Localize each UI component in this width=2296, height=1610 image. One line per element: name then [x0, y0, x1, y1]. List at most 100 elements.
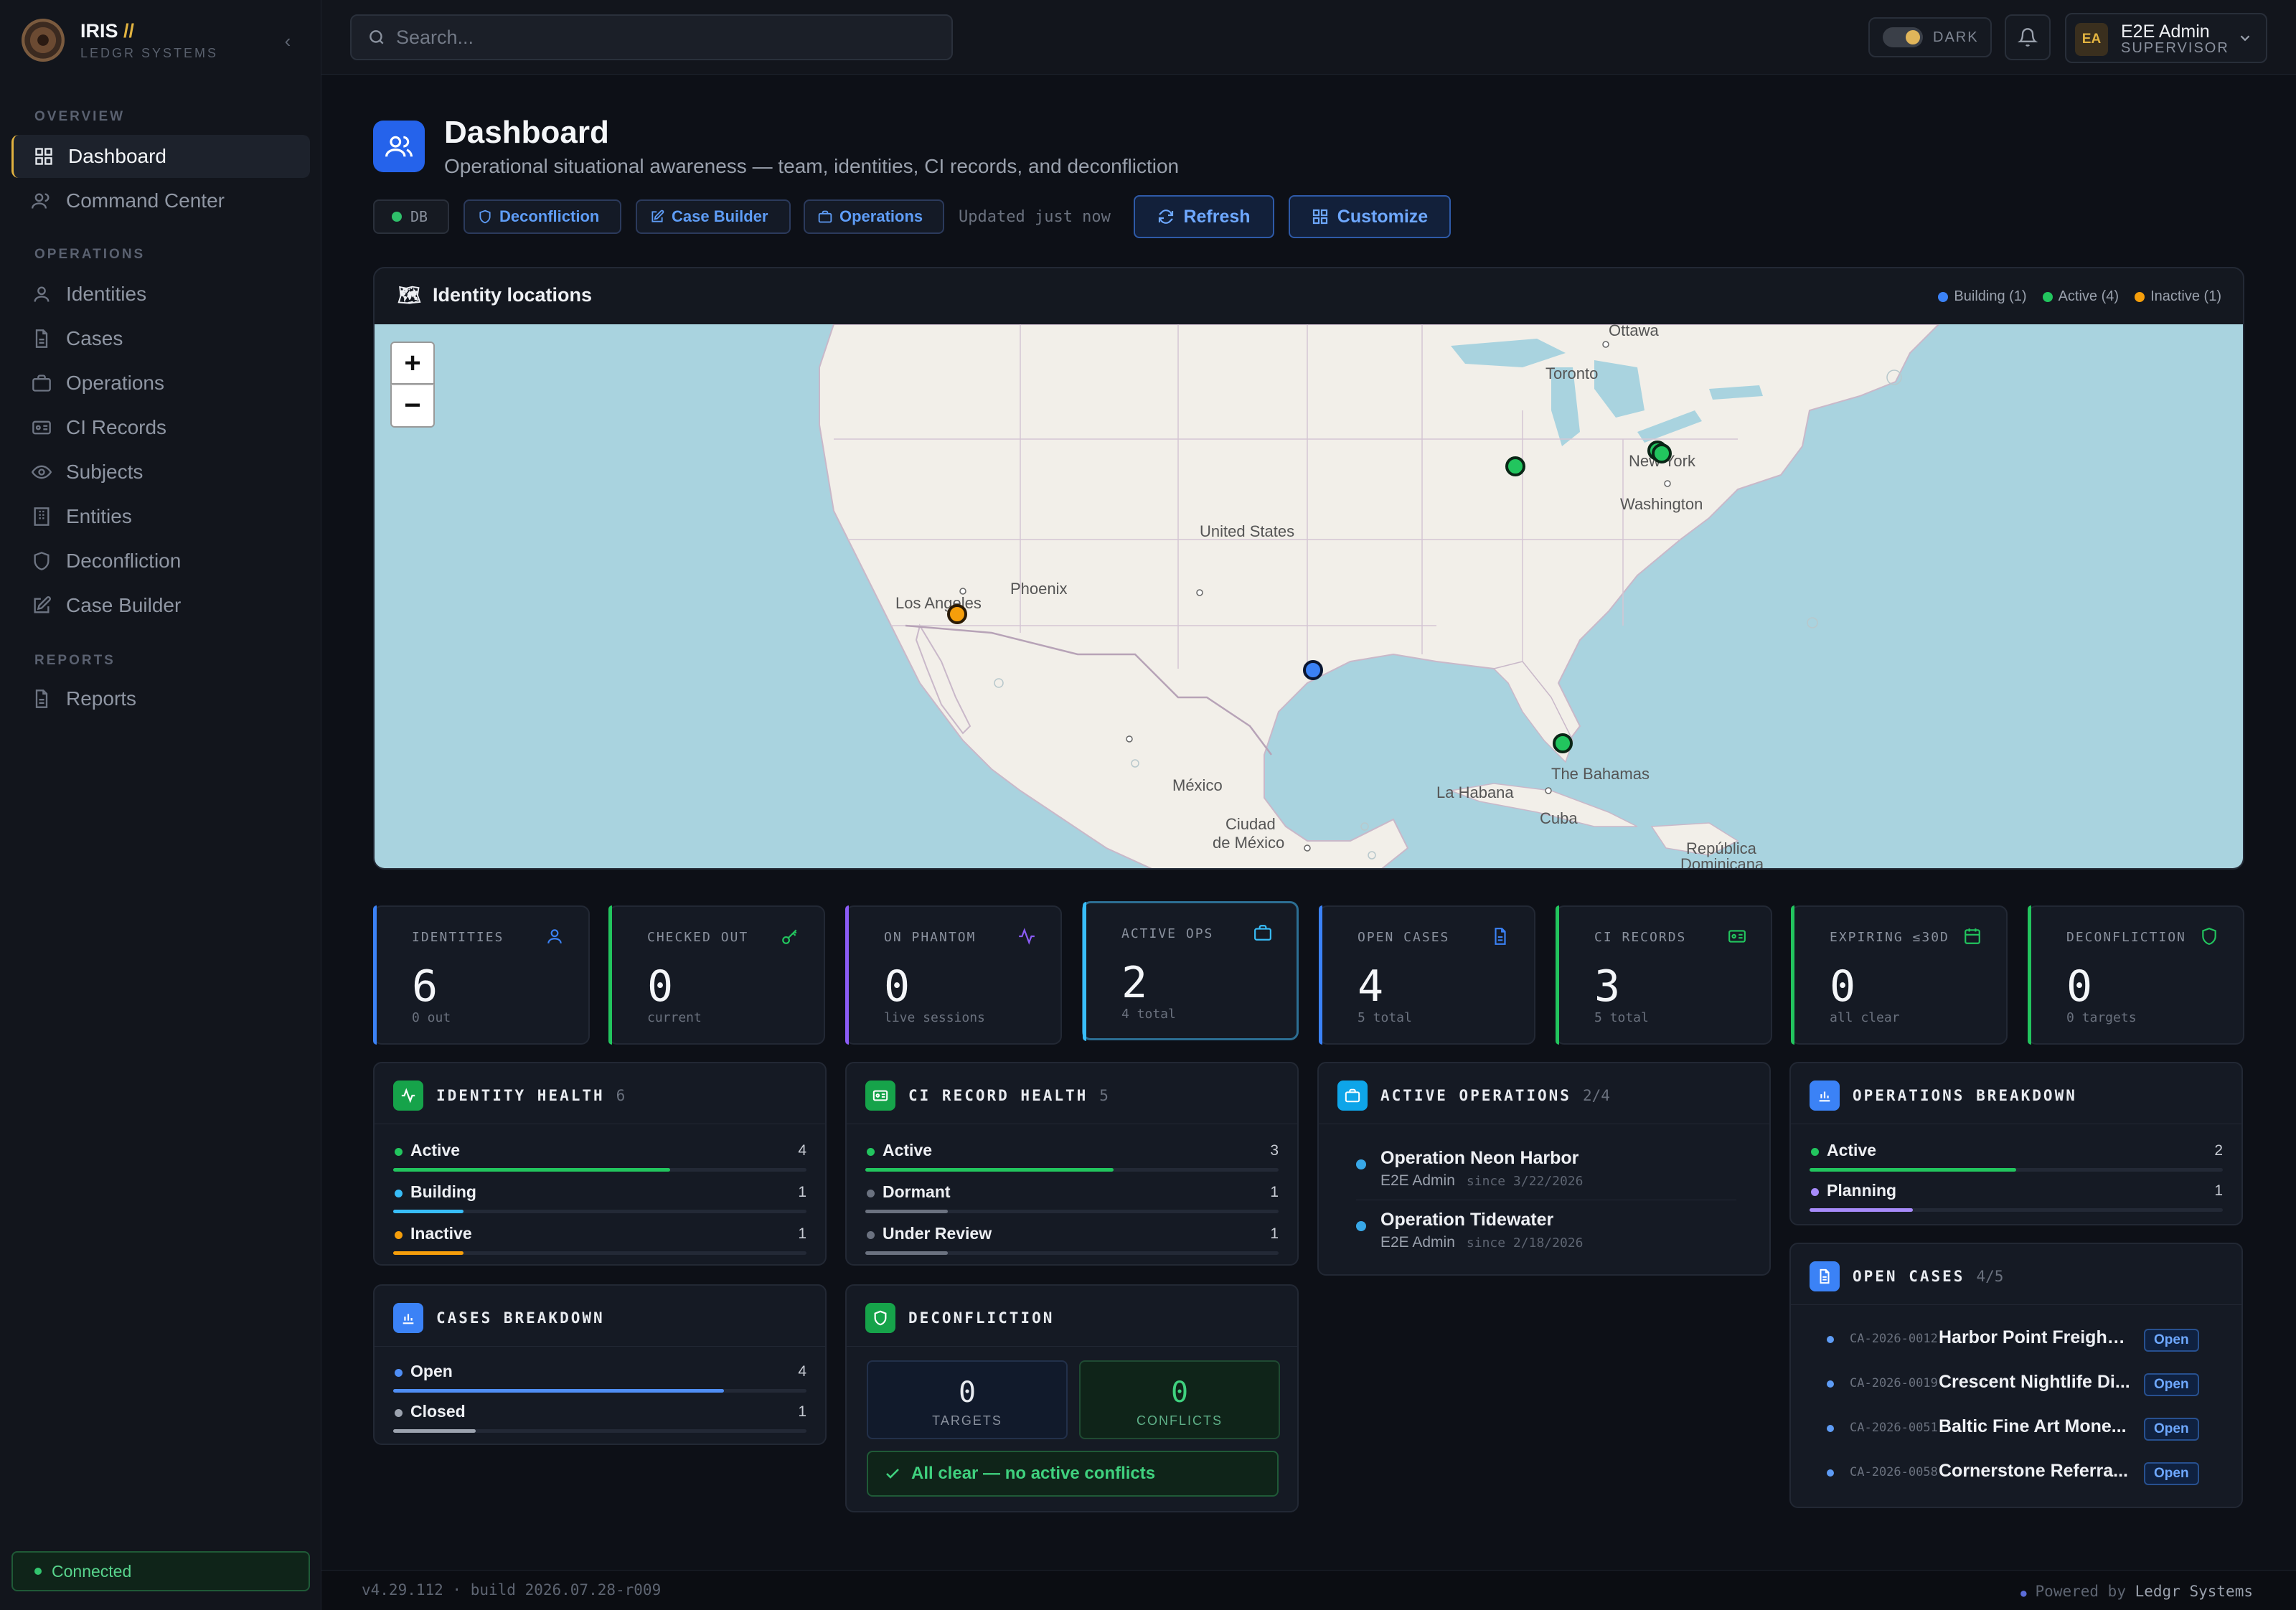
refresh-button[interactable]: Refresh: [1134, 195, 1274, 238]
panel-count: 6: [616, 1087, 626, 1104]
sidebar-item-label: Deconfliction: [66, 550, 182, 572]
case-item[interactable]: CA-2026-0019 Crescent Nightlife Di... Open: [1821, 1369, 2237, 1405]
progress-fill: [865, 1168, 1114, 1172]
powered-name[interactable]: Ledgr Systems: [2135, 1583, 2253, 1600]
marker-active[interactable]: [1652, 443, 1672, 463]
marker-building[interactable]: [1303, 660, 1323, 680]
sidebar-item-subjects[interactable]: Subjects: [11, 451, 310, 494]
stat-value: 6: [412, 961, 438, 1012]
case-item[interactable]: CA-2026-0051 Baltic Fine Art Mone... Open: [1821, 1413, 2237, 1449]
deconfliction-chip[interactable]: Deconfliction: [464, 199, 621, 234]
user-menu[interactable]: EA E2E Admin SUPERVISOR: [2065, 13, 2267, 63]
stat-accent: [845, 905, 849, 1045]
stat-accent: [1791, 905, 1794, 1045]
stat-label: ACTIVE OPS: [1121, 926, 1214, 941]
sidebar-item-command-center[interactable]: Command Center: [11, 179, 310, 222]
progress-track: [393, 1168, 806, 1172]
stat-label: IDENTITIES: [412, 930, 504, 945]
zoom-out-button[interactable]: −: [390, 385, 435, 428]
progress-fill: [865, 1251, 949, 1255]
row-label: Active: [1827, 1141, 1877, 1159]
sidebar-item-dashboard[interactable]: Dashboard: [11, 135, 310, 178]
breakdown-row: Closed 1: [393, 1400, 806, 1438]
conflicts-label: CONFLICTS: [1136, 1413, 1223, 1428]
stat-value: 2: [1121, 958, 1148, 1008]
stat-active-ops[interactable]: ACTIVE OPS 2 4 total: [1082, 901, 1299, 1041]
customize-button[interactable]: Customize: [1289, 195, 1451, 238]
operations-chip[interactable]: Operations: [804, 199, 944, 234]
open-cases-panel: OPEN CASES 4/5 CA-2026-0012 Harbor Point …: [1789, 1243, 2243, 1508]
notifications-button[interactable]: [2005, 14, 2051, 60]
row-value: 4: [798, 1142, 806, 1159]
stat-accent: [1083, 902, 1086, 1041]
status-badge: Open: [2144, 1418, 2199, 1441]
search-input[interactable]: [396, 26, 941, 49]
operation-name: Operation Neon Harbor: [1380, 1148, 1579, 1168]
theme-toggle[interactable]: DARK: [1868, 17, 1992, 57]
operation-item[interactable]: Operation Neon Harbor E2E Admin since 3/2…: [1356, 1145, 1758, 1201]
operation-owner: E2E Admin: [1380, 1234, 1455, 1251]
stat-open-cases[interactable]: OPEN CASES 4 5 total: [1319, 905, 1535, 1045]
progress-fill: [393, 1210, 464, 1213]
status-dot: [867, 1190, 875, 1197]
powered-prefix: Powered by: [2035, 1583, 2126, 1600]
case-builder-chip[interactable]: Case Builder: [636, 199, 791, 234]
stat-on-phantom[interactable]: ON PHANTOM 0 live sessions: [845, 905, 1062, 1045]
stat-ci-records[interactable]: CI RECORDS 3 5 total: [1556, 905, 1772, 1045]
case-id: CA-2026-0019: [1850, 1376, 1938, 1390]
chevron-down-icon: [2240, 35, 2250, 42]
case-item[interactable]: CA-2026-0058 Cornerstone Referra... Open: [1821, 1458, 2237, 1494]
bar-chart-icon: [393, 1303, 423, 1333]
row-value: 2: [2214, 1142, 2223, 1159]
sidebar-item-case-builder[interactable]: Case Builder: [11, 584, 310, 627]
sidebar-item-deconfliction[interactable]: Deconfliction: [11, 540, 310, 583]
operation-name: Operation Tidewater: [1380, 1210, 1554, 1230]
case-item[interactable]: CA-2026-0012 Harbor Point Freight ... Open: [1821, 1324, 2237, 1360]
app-subtitle: LEDGR SYSTEMS: [80, 46, 219, 60]
row-value: 1: [798, 1184, 806, 1200]
sidebar-item-ci-records[interactable]: CI Records: [11, 406, 310, 449]
status-dot: [395, 1369, 403, 1377]
marker-active[interactable]: [1505, 456, 1525, 476]
stat-identities[interactable]: IDENTITIES 6 0 out: [373, 905, 590, 1045]
marker-inactive[interactable]: [947, 604, 967, 624]
sidebar-item-identities[interactable]: Identities: [11, 273, 310, 316]
status-dot: [395, 1409, 403, 1417]
identity-map[interactable]: Ottawa Toronto New York Washington Unite…: [375, 321, 2243, 868]
identity-markers: [947, 441, 1672, 753]
status-badge: Open: [2144, 1329, 2199, 1352]
targets-box: 0 TARGETS: [867, 1360, 1068, 1439]
sidebar-item-entities[interactable]: Entities: [11, 495, 310, 538]
db-label: DB: [410, 208, 428, 225]
stat-deconfliction[interactable]: DECONFLICTION 0 0 targets: [2028, 905, 2244, 1045]
identity-health-panel: IDENTITY HEALTH 6 Active 4 Building 1 Inac…: [373, 1062, 827, 1266]
progress-track: [393, 1429, 806, 1433]
briefcase-icon: [1254, 925, 1271, 941]
zoom-in-button[interactable]: +: [390, 342, 435, 385]
marker-active[interactable]: [1553, 733, 1573, 753]
id-card-icon: [32, 420, 51, 435]
theme-label: DARK: [1933, 29, 1979, 45]
sidebar-item-operations[interactable]: Operations: [11, 362, 310, 405]
operation-item[interactable]: Operation Tidewater E2E Admin since 2/18/…: [1356, 1207, 1758, 1263]
search-box[interactable]: [350, 14, 953, 60]
connection-status: Connected: [11, 1551, 310, 1591]
all-clear-text: All clear — no active conflicts: [911, 1464, 1156, 1483]
id-card-icon: [865, 1081, 895, 1111]
identity-locations-card: 🗺 Identity locations Building (1) Active…: [373, 267, 2244, 870]
sidebar-item-cases[interactable]: Cases: [11, 317, 310, 360]
sidebar-item-reports[interactable]: Reports: [11, 677, 310, 720]
collapse-sidebar-icon[interactable]: ‹: [276, 29, 300, 53]
stat-expiring[interactable]: EXPIRING ≤30D 0 all clear: [1791, 905, 2008, 1045]
section-reports: REPORTS: [34, 653, 116, 668]
stat-checked-out[interactable]: CHECKED OUT 0 current: [608, 905, 825, 1045]
progress-fill: [393, 1389, 724, 1393]
status-dot: [1827, 1469, 1834, 1477]
row-value: 1: [1270, 1225, 1279, 1242]
stat-label: DECONFLICTION: [2066, 930, 2186, 945]
status-dot: [867, 1148, 875, 1156]
operation-owner: E2E Admin: [1380, 1172, 1455, 1189]
sidebar-item-label: Command Center: [66, 189, 225, 212]
stat-sub: all clear: [1830, 1010, 1900, 1025]
chip-label: Operations: [839, 207, 923, 225]
